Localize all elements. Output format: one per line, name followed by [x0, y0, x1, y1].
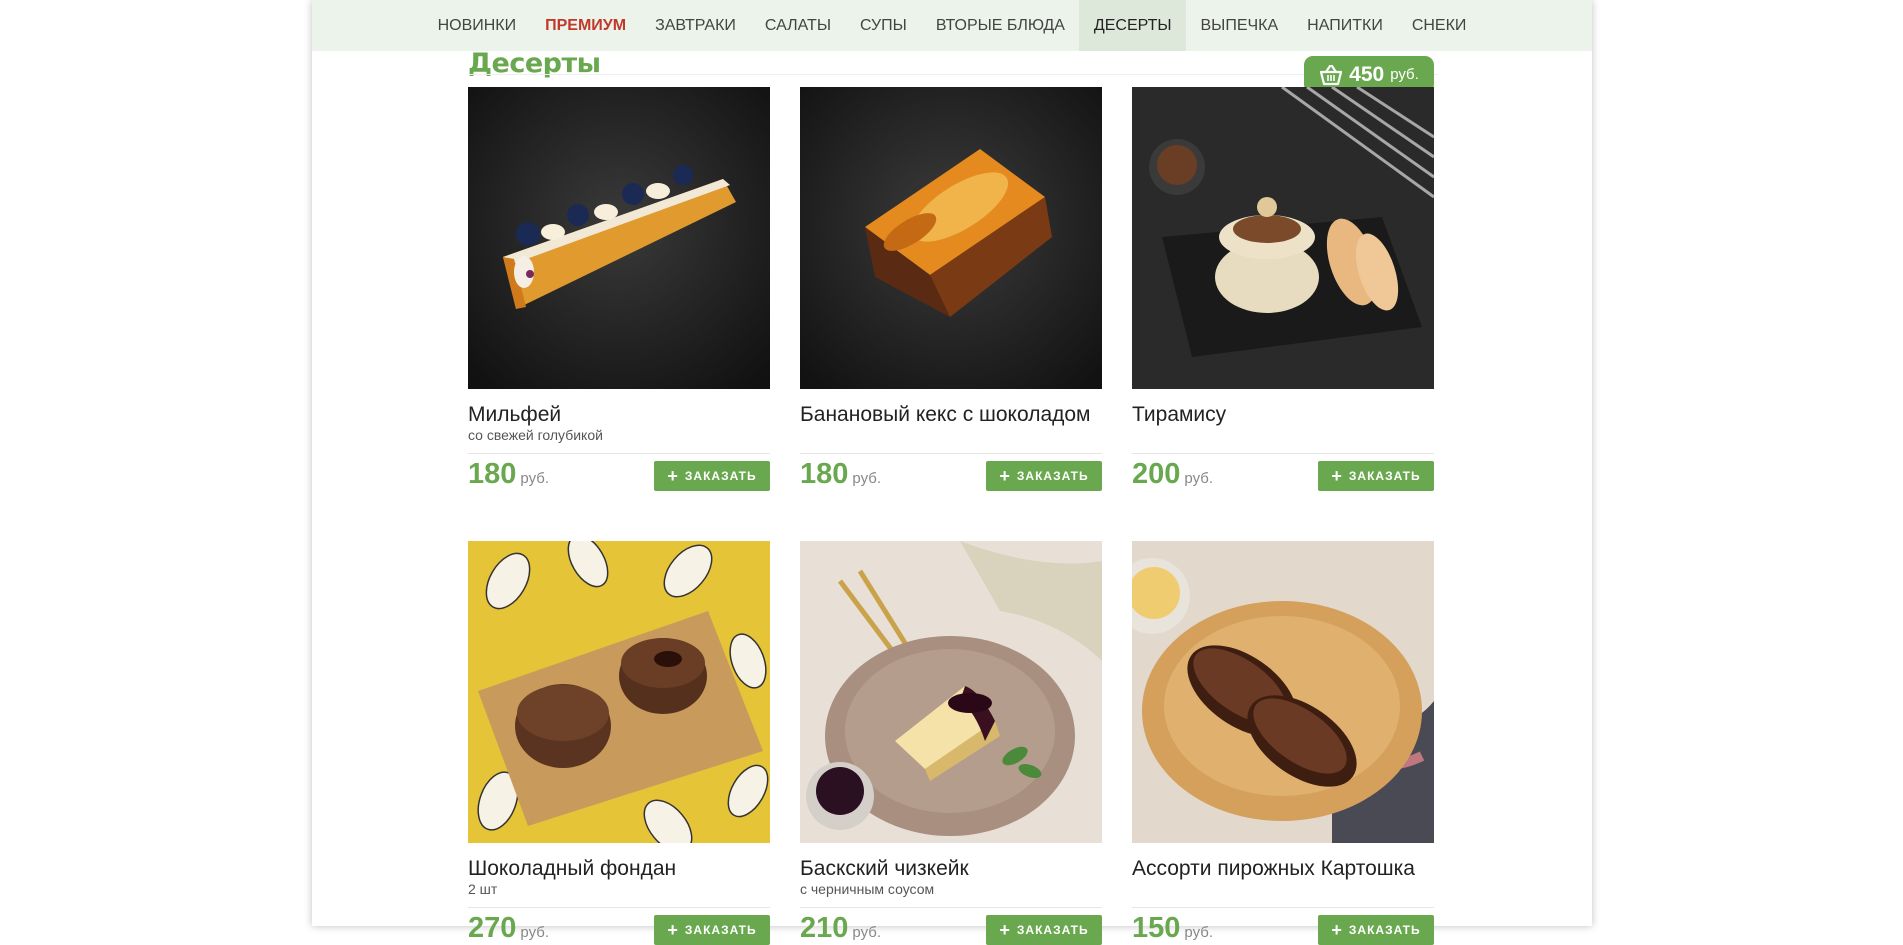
- page-container: НОВИНКИ ПРЕМИУМ ЗАВТРАКИ САЛАТЫ СУПЫ ВТО…: [312, 0, 1592, 945]
- price-value: 270: [468, 912, 517, 944]
- order-button[interactable]: + ЗАКАЗАТЬ: [1318, 461, 1434, 491]
- price-value: 150: [1132, 912, 1181, 944]
- price-currency: руб.: [852, 470, 881, 487]
- card-divider: [1132, 907, 1434, 908]
- plus-icon: +: [1331, 466, 1343, 486]
- order-button-label: ЗАКАЗАТЬ: [1016, 923, 1089, 937]
- order-button[interactable]: + ЗАКАЗАТЬ: [654, 461, 770, 491]
- nav-item-novinki[interactable]: НОВИНКИ: [423, 0, 531, 51]
- card-divider: [800, 453, 1102, 454]
- card-divider: [468, 453, 770, 454]
- price-currency: руб.: [520, 924, 549, 941]
- product-price: 180 руб.: [800, 458, 881, 491]
- title-divider: [468, 74, 1438, 75]
- product-name: Мильфей: [468, 403, 562, 426]
- product-image-kartoshka[interactable]: [1132, 541, 1434, 843]
- product-description: 2 шт: [468, 881, 498, 897]
- product-image-tiramisu[interactable]: [1132, 87, 1434, 389]
- nav-item-soups[interactable]: СУПЫ: [845, 0, 921, 51]
- plus-icon: +: [999, 466, 1011, 486]
- product-image-banana-cake[interactable]: [800, 87, 1102, 389]
- price-value: 200: [1132, 458, 1181, 490]
- price-value: 180: [468, 458, 517, 490]
- product-name: Банановый кекс с шоколадом: [800, 403, 1091, 426]
- category-nav: НОВИНКИ ПРЕМИУМ ЗАВТРАКИ САЛАТЫ СУПЫ ВТО…: [312, 0, 1592, 51]
- product-price: 270 руб.: [468, 912, 549, 945]
- product-name: Шоколадный фондан: [468, 857, 677, 880]
- order-button-label: ЗАКАЗАТЬ: [684, 469, 757, 483]
- order-button[interactable]: + ЗАКАЗАТЬ: [986, 461, 1102, 491]
- plus-icon: +: [999, 920, 1011, 940]
- nav-item-premium[interactable]: ПРЕМИУМ: [531, 0, 641, 51]
- price-currency: руб.: [1184, 470, 1213, 487]
- product-name: Ассорти пирожных Картошка: [1132, 857, 1415, 880]
- product-price: 180 руб.: [468, 458, 549, 491]
- price-currency: руб.: [852, 924, 881, 941]
- nav-item-drinks[interactable]: НАПИТКИ: [1293, 0, 1398, 51]
- product-image-basque-cheesecake[interactable]: [800, 541, 1102, 843]
- order-button-label: ЗАКАЗАТЬ: [1348, 469, 1421, 483]
- order-button[interactable]: + ЗАКАЗАТЬ: [1318, 915, 1434, 945]
- plus-icon: +: [667, 920, 679, 940]
- nav-item-desserts[interactable]: ДЕСЕРТЫ: [1079, 0, 1186, 51]
- order-button-label: ЗАКАЗАТЬ: [1016, 469, 1089, 483]
- product-name: Баскский чизкейк: [800, 857, 969, 880]
- nav-item-main-courses[interactable]: ВТОРЫЕ БЛЮДА: [921, 0, 1079, 51]
- order-button[interactable]: + ЗАКАЗАТЬ: [654, 915, 770, 945]
- product-name: Тирамису: [1132, 403, 1227, 426]
- order-button[interactable]: + ЗАКАЗАТЬ: [986, 915, 1102, 945]
- price-value: 180: [800, 458, 849, 490]
- product-image-milfey[interactable]: [468, 87, 770, 389]
- price-currency: руб.: [520, 470, 549, 487]
- nav-item-salads[interactable]: САЛАТЫ: [750, 0, 845, 51]
- order-button-label: ЗАКАЗАТЬ: [1348, 923, 1421, 937]
- price-currency: руб.: [1184, 924, 1213, 941]
- nav-item-snacks[interactable]: СНЕКИ: [1397, 0, 1481, 51]
- basket-icon: [1320, 64, 1343, 85]
- card-divider: [468, 907, 770, 908]
- plus-icon: +: [667, 466, 679, 486]
- plus-icon: +: [1331, 920, 1343, 940]
- product-image-fondant[interactable]: [468, 541, 770, 843]
- price-value: 210: [800, 912, 849, 944]
- product-price: 200 руб.: [1132, 458, 1213, 491]
- product-description: со свежей голубикой: [468, 427, 603, 443]
- product-description: с черничным соусом: [800, 881, 935, 897]
- nav-item-breakfasts[interactable]: ЗАВТРАКИ: [641, 0, 751, 51]
- order-button-label: ЗАКАЗАТЬ: [684, 923, 757, 937]
- cart-currency: руб.: [1390, 66, 1419, 83]
- cart-total: 450: [1349, 62, 1385, 86]
- nav-item-bakery[interactable]: ВЫПЕЧКА: [1186, 0, 1293, 51]
- product-price: 210 руб.: [800, 912, 881, 945]
- card-divider: [1132, 453, 1434, 454]
- product-price: 150 руб.: [1132, 912, 1213, 945]
- card-divider: [800, 907, 1102, 908]
